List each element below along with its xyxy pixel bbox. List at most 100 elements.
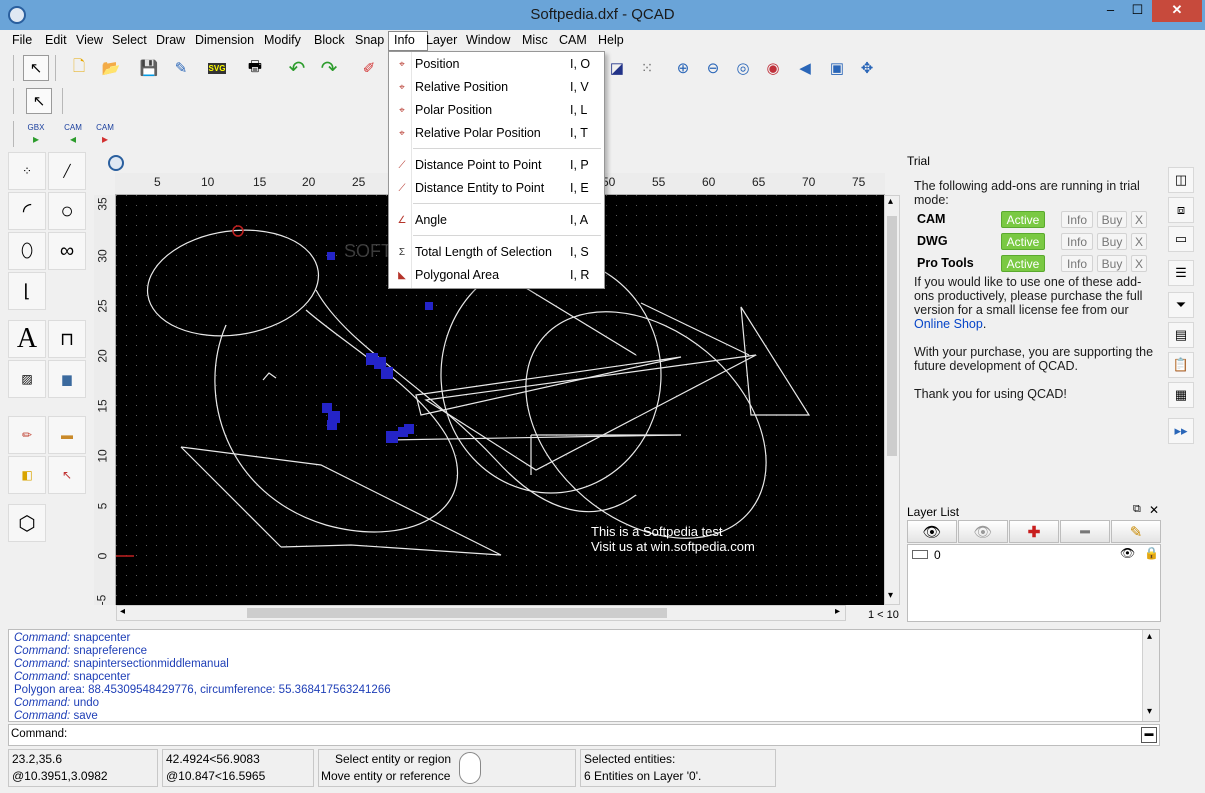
select-pointer-icon[interactable]: ↖ — [23, 55, 49, 81]
select-tool-icon[interactable]: ↖ — [48, 456, 86, 494]
menu-item-polar-position[interactable]: ⌖ Polar Position I, L — [389, 100, 604, 122]
selection-filter-icon[interactable]: ⏷ — [1168, 292, 1194, 318]
history-scroll-up-icon[interactable]: ▴ — [1147, 631, 1152, 642]
addon-cam-buy-button[interactable]: Buy — [1097, 211, 1127, 228]
menu-item-relative-position[interactable]: ⌖ Relative Position I, V — [389, 77, 604, 99]
minimize-button[interactable]: – — [1097, 0, 1124, 22]
show-all-layers-icon[interactable]: 👁 — [907, 520, 957, 543]
close-button[interactable]: ✕ — [1152, 0, 1202, 22]
line-tool-icon[interactable]: ╱ — [48, 152, 86, 190]
grid-snap-icon[interactable]: ◪ — [604, 55, 630, 81]
menu-snap[interactable]: Snap — [355, 33, 384, 47]
command-list-icon[interactable]: ▦ — [1168, 382, 1194, 408]
options-pointer-icon[interactable]: ↖ — [26, 88, 52, 114]
grid-display-icon[interactable]: ⁙ — [634, 55, 660, 81]
history-scrollbar[interactable]: ▴ ▾ — [1142, 630, 1159, 721]
layer-visible-icon[interactable]: 👁 — [1120, 546, 1135, 560]
scroll-up-icon[interactable]: ▴ — [888, 196, 893, 207]
menu-info[interactable]: Info — [394, 33, 415, 47]
edit-layer-icon[interactable]: ✎ — [1111, 520, 1161, 543]
hide-all-layers-icon[interactable]: 👁 — [958, 520, 1008, 543]
menu-item-total-length-of-selection[interactable]: Σ Total Length of Selection I, S — [389, 242, 604, 264]
pen-toolbar-icon[interactable]: ▤ — [1168, 322, 1194, 348]
save-icon[interactable]: 💾 — [136, 55, 162, 81]
ellipse-tool-icon[interactable]: ⬯ — [8, 232, 46, 270]
menu-item-relative-polar-position[interactable]: ⌖ Relative Polar Position I, T — [389, 123, 604, 145]
addon-pro-tools-info-button[interactable]: Info — [1061, 255, 1093, 272]
export-svg-icon[interactable]: SVG — [204, 55, 230, 81]
vertical-scroll-thumb[interactable] — [887, 216, 897, 456]
block-list-icon[interactable]: ⧈ — [1168, 197, 1194, 223]
layer-dock-float-icon[interactable]: ⧉ — [1133, 503, 1141, 516]
menu-window[interactable]: Window — [466, 33, 510, 47]
vertical-scrollbar[interactable]: ▴ ▾ — [884, 195, 900, 605]
layer-lock-icon[interactable]: 🔒 — [1144, 546, 1159, 560]
expand-toolbar-icon[interactable]: ▸▸ — [1168, 418, 1194, 444]
zoom-out-icon[interactable]: ⊖ — [700, 55, 726, 81]
layer-dock-close-icon[interactable]: ✕ — [1149, 503, 1159, 517]
addon-dwg-close-button[interactable]: X — [1131, 233, 1147, 250]
command-history-toggle-icon[interactable]: ▬ — [1141, 727, 1157, 743]
points-tool-icon[interactable]: ⁘ — [8, 152, 46, 190]
addon-pro-tools-close-button[interactable]: X — [1131, 255, 1147, 272]
spline-tool-icon[interactable]: ∞ — [48, 232, 86, 270]
menu-item-polygonal-area[interactable]: ◣ Polygonal Area I, R — [389, 265, 604, 287]
open-folder-icon[interactable]: 📂 — [98, 55, 124, 81]
add-layer-icon[interactable]: ✚ — [1009, 520, 1059, 543]
print-icon[interactable]: 🖶 — [242, 55, 268, 81]
zoom-in-icon[interactable]: ⊕ — [670, 55, 696, 81]
maximize-button[interactable]: ☐ — [1124, 0, 1151, 22]
cam-import-icon[interactable]: CAM ◂ — [60, 121, 86, 147]
horizontal-scroll-thumb[interactable] — [247, 608, 667, 618]
menu-edit[interactable]: Edit — [45, 33, 67, 47]
eraser-icon[interactable]: ✐ — [356, 55, 382, 81]
undo-icon[interactable]: ↶ — [284, 55, 310, 81]
save-as-icon[interactable]: ✎ — [168, 55, 194, 81]
menu-file[interactable]: File — [12, 33, 32, 47]
redo-icon[interactable]: ↷ — [316, 55, 342, 81]
snap-tool-icon[interactable]: ◧ — [8, 456, 46, 494]
zoom-selection-icon[interactable]: ◉ — [760, 55, 786, 81]
3d-block-icon[interactable]: ⬡ — [8, 504, 46, 542]
history-scroll-down-icon[interactable]: ▾ — [1147, 706, 1152, 717]
menu-view[interactable]: View — [76, 33, 103, 47]
menu-misc[interactable]: Misc — [522, 33, 548, 47]
menu-layer[interactable]: Layer — [426, 33, 457, 47]
property-editor-icon[interactable]: ☰ — [1168, 260, 1194, 286]
addon-pro-tools-buy-button[interactable]: Buy — [1097, 255, 1127, 272]
clipboard-icon[interactable]: 📋 — [1168, 352, 1194, 378]
new-file-icon[interactable]: 🗋 — [66, 55, 92, 81]
menu-draw[interactable]: Draw — [156, 33, 185, 47]
circle-tool-icon[interactable]: ○ — [48, 192, 86, 230]
menu-help[interactable]: Help — [598, 33, 624, 47]
menu-select[interactable]: Select — [112, 33, 147, 47]
hatch-tool-icon[interactable]: ▨ — [8, 360, 46, 398]
zoom-window-icon[interactable]: ▣ — [824, 55, 850, 81]
measure-tool-icon[interactable]: ▬ — [48, 416, 86, 454]
online-shop-link[interactable]: Online Shop — [914, 317, 983, 331]
library-browser-icon[interactable]: ◫ — [1168, 167, 1194, 193]
addon-cam-close-button[interactable]: X — [1131, 211, 1147, 228]
menu-item-position[interactable]: ⌖ Position I, O — [389, 54, 604, 76]
menu-dimension[interactable]: Dimension — [195, 33, 254, 47]
pan-icon[interactable]: ✥ — [854, 55, 880, 81]
scroll-right-icon[interactable]: ▸ — [835, 606, 840, 617]
command-line[interactable]: Command: ▬ — [8, 724, 1160, 746]
menu-block[interactable]: Block — [314, 33, 345, 47]
arc-tool-icon[interactable]: ◜ — [8, 192, 46, 230]
addon-dwg-buy-button[interactable]: Buy — [1097, 233, 1127, 250]
modify-tool-icon[interactable]: ✏ — [8, 416, 46, 454]
text-tool-icon[interactable]: A — [8, 320, 46, 358]
horizontal-scrollbar[interactable]: ◂ ▸ — [116, 605, 846, 621]
cam-export-icon[interactable]: CAM ▸ — [92, 121, 118, 147]
image-tool-icon[interactable]: ▆ — [48, 360, 86, 398]
addon-cam-info-button[interactable]: Info — [1061, 211, 1093, 228]
menu-item-distance-entity-to-point[interactable]: ⟋ Distance Entity to Point I, E — [389, 178, 604, 200]
gbx-export-icon[interactable]: GBX ▸ — [23, 121, 49, 147]
zoom-auto-icon[interactable]: ◎ — [730, 55, 756, 81]
polyline-tool-icon[interactable]: ⌊ — [8, 272, 46, 310]
remove-layer-icon[interactable]: ━ — [1060, 520, 1110, 543]
menu-modify[interactable]: Modify — [264, 33, 301, 47]
zoom-previous-icon[interactable]: ◀ — [792, 55, 818, 81]
addon-dwg-info-button[interactable]: Info — [1061, 233, 1093, 250]
